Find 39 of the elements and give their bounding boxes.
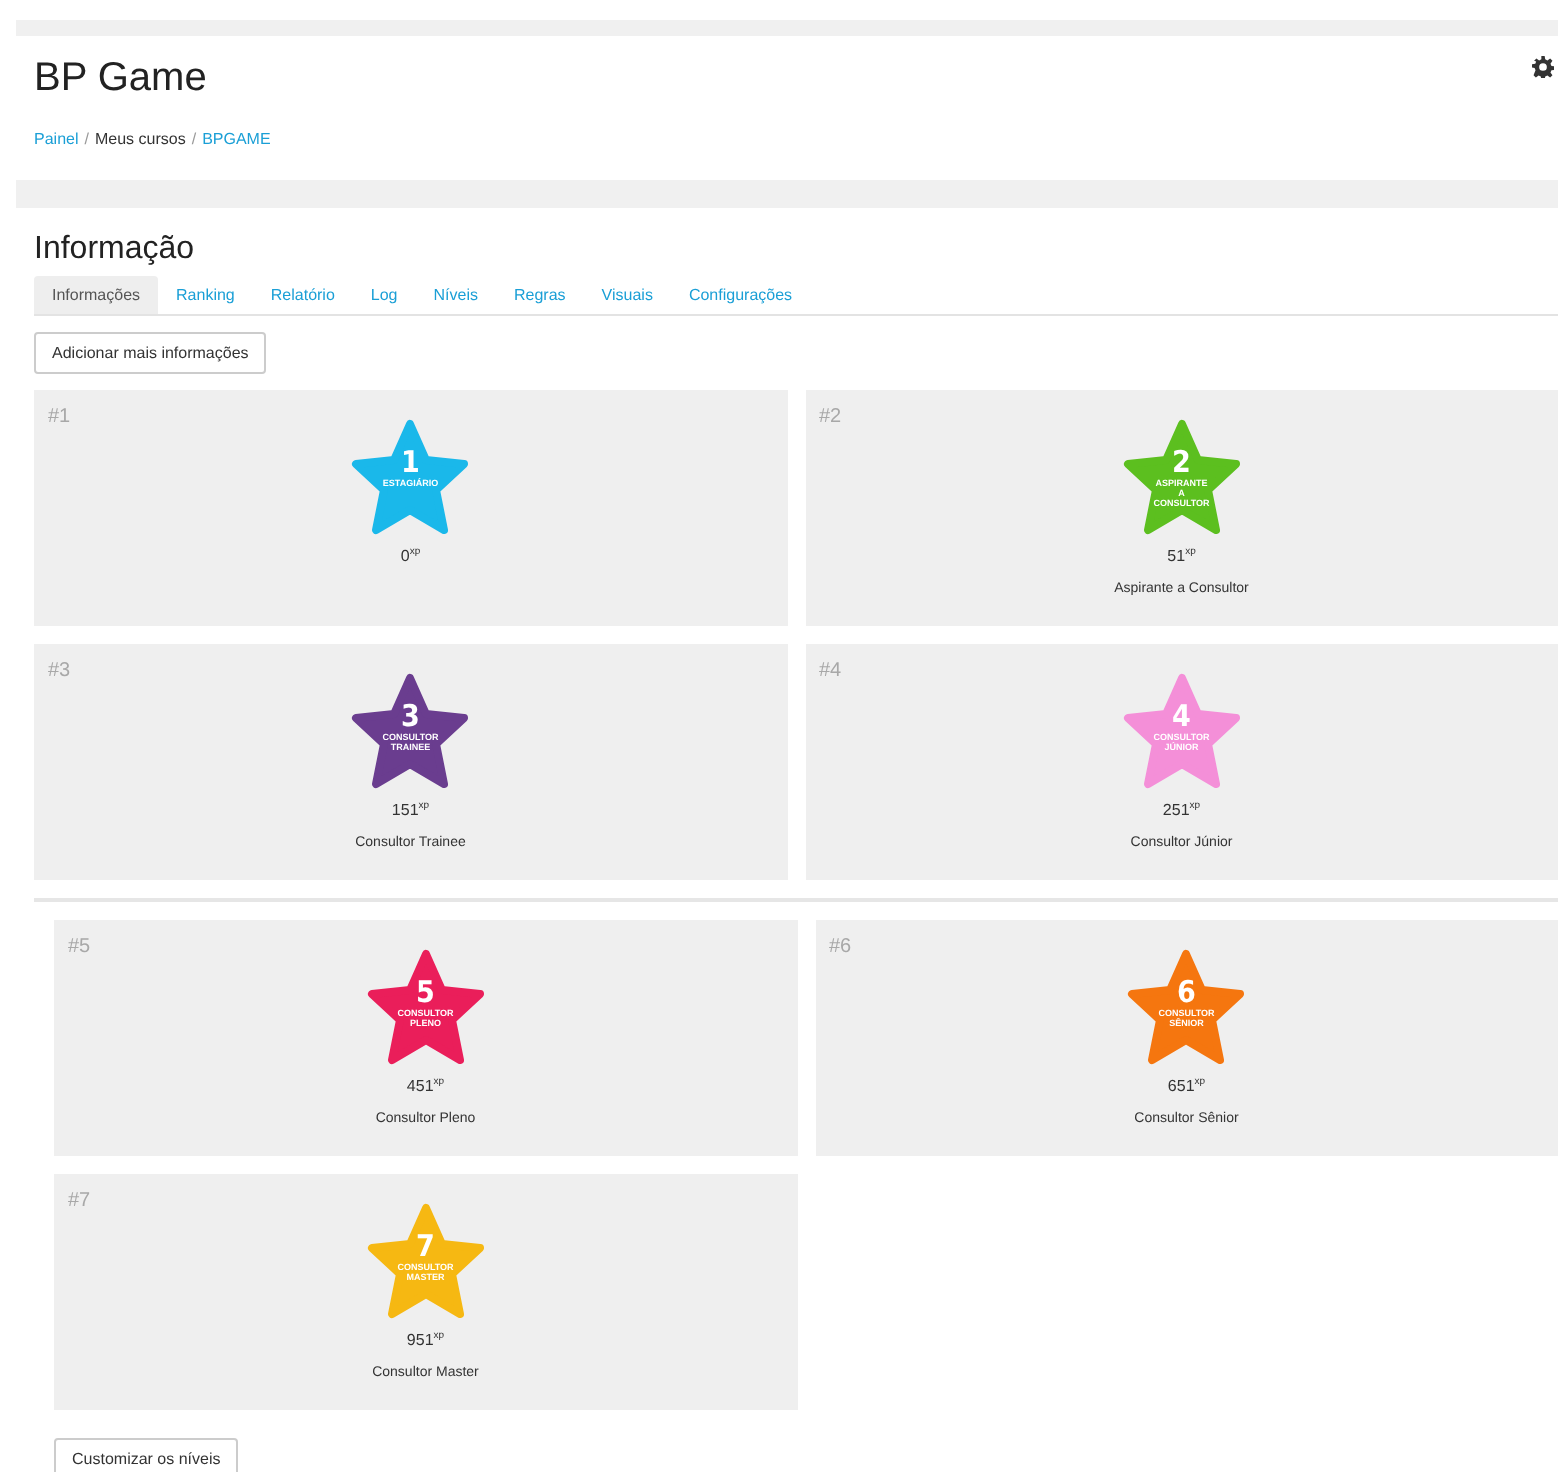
tab[interactable]: Regras <box>496 276 584 314</box>
customize-levels-button[interactable]: Customizar os níveis <box>54 1438 239 1472</box>
breadcrumb-link[interactable]: BPGAME <box>202 130 271 148</box>
level-points: 0$^{xp}$ <box>400 546 421 566</box>
level-index: #6 <box>829 936 852 958</box>
tab[interactable]: Ranking <box>158 276 253 314</box>
level-points: 51$^{xp}$ <box>1167 546 1196 566</box>
level-points: 251$^{xp}$ <box>1162 800 1201 820</box>
level-number: 6 <box>1177 976 1196 1008</box>
level-points: 951$^{xp}$ <box>406 1330 445 1350</box>
level-index: #3 <box>48 660 71 682</box>
tab[interactable]: Relatório <box>252 276 353 314</box>
level-number: 3 <box>401 700 420 732</box>
tab[interactable]: Configurações <box>670 276 811 314</box>
level-index: #1 <box>48 406 71 428</box>
level-points: 151$^{xp}$ <box>391 800 430 820</box>
level-index: #5 <box>68 936 91 958</box>
level-number: 7 <box>416 1230 435 1262</box>
level-number: 5 <box>416 976 435 1008</box>
section-title: Informação <box>34 232 197 268</box>
level-index: #4 <box>819 660 842 682</box>
breadcrumb-item: Meus cursos <box>94 130 186 148</box>
level-index: #7 <box>68 1190 91 1212</box>
breadcrumb-link[interactable]: Painel <box>34 130 79 148</box>
tab[interactable]: Níveis <box>415 276 496 314</box>
settings-icon[interactable] <box>1532 56 1554 78</box>
breadcrumb-separator: / <box>84 130 89 148</box>
level-index: #2 <box>819 406 842 428</box>
level-points: 451$^{xp}$ <box>406 1076 445 1096</box>
page-title: BP Game <box>34 56 209 102</box>
add-info-button[interactable]: Adicionar mais informações <box>34 332 267 374</box>
level-points: 651$^{xp}$ <box>1167 1076 1206 1096</box>
breadcrumb-separator: / <box>191 130 197 148</box>
tab[interactable]: Informações <box>34 276 159 314</box>
level-number: 4 <box>1172 700 1191 732</box>
tab[interactable]: Log <box>352 276 416 314</box>
tab[interactable]: Visuais <box>583 276 671 314</box>
level-number: 1 <box>401 446 420 478</box>
level-number: 2 <box>1172 446 1191 478</box>
